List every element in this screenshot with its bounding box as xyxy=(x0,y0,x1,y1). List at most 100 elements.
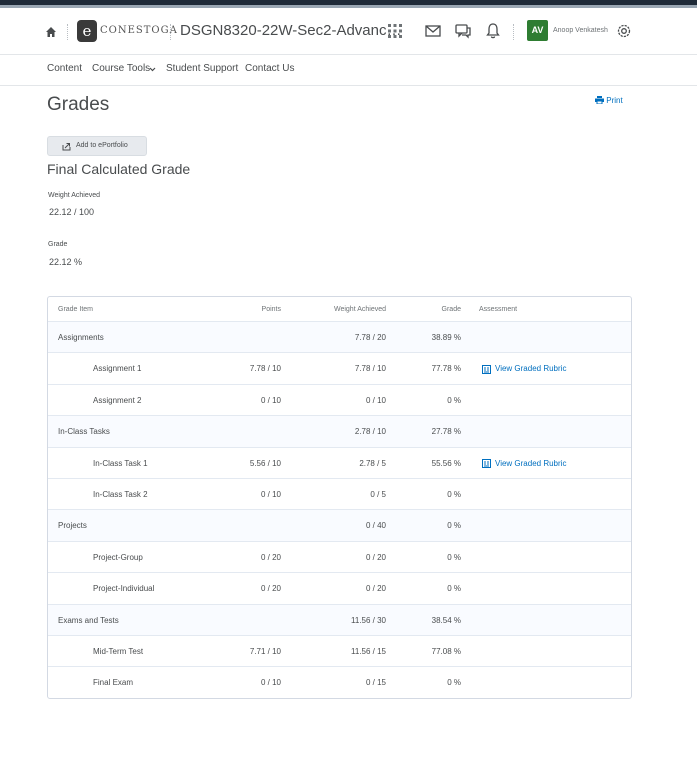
weight-achieved-value: 0 / 10 xyxy=(365,395,386,405)
table-row: Mid-Term Test 7.71 / 10 11.56 / 15 77.08 % xyxy=(48,635,631,667)
grade-item-name: Projects xyxy=(58,521,87,531)
table-header-row: Grade Item Points Weight Achieved Grade … xyxy=(48,297,631,321)
category-row: In-Class Tasks 2.78 / 10 27.78 % xyxy=(48,415,631,448)
print-label: Print xyxy=(606,96,623,105)
chevron-down-icon xyxy=(149,67,156,72)
grade-value: 0 % xyxy=(447,395,461,405)
table-row: Assignment 2 0 / 10 0 / 10 0 % xyxy=(48,383,631,416)
grade-item-name: In-Class Task 1 xyxy=(93,458,148,468)
nav-item-content[interactable]: Content xyxy=(47,63,82,74)
column-header-points: Points xyxy=(261,306,281,313)
header-divider xyxy=(67,24,68,40)
apps-grid-icon[interactable] xyxy=(386,22,404,40)
print-link[interactable]: Print xyxy=(595,96,623,105)
grade-item-name: Project-Individual xyxy=(93,584,155,594)
table-row: In-Class Task 2 0 / 10 0 / 5 0 % xyxy=(48,478,631,510)
category-row: Assignments 7.78 / 20 38.89 % xyxy=(48,321,631,354)
table-row: Project-Group 0 / 20 0 / 20 0 % xyxy=(48,540,631,573)
logo-mark[interactable]: e xyxy=(77,20,97,42)
header-divider xyxy=(513,24,514,40)
grade-item-name: Project-Group xyxy=(93,552,143,562)
weight-achieved-value: 22.12 / 100 xyxy=(49,207,95,217)
grade-item-name: Exams and Tests xyxy=(58,615,119,625)
column-header-grade: Grade xyxy=(441,306,461,313)
weight-achieved-value: 7.78 / 20 xyxy=(354,333,386,342)
grade-value: 0 % xyxy=(447,552,461,562)
grade-item-name: In-Class Tasks xyxy=(58,427,110,437)
rubric-icon[interactable] xyxy=(482,364,491,374)
table-row: Final Exam 0 / 10 0 / 15 0 % xyxy=(48,666,631,698)
grade-value: 0 % xyxy=(447,490,461,499)
final-grade-heading: Final Calculated Grade xyxy=(47,161,191,177)
grade-value: 0 % xyxy=(447,521,461,531)
weight-achieved-value: 0 / 40 xyxy=(365,521,386,531)
add-to-eportfolio-button[interactable]: Add to ePortfolio xyxy=(47,136,147,156)
minibar-header: e CONESTOGA DSGN8320-22W-Sec2-Advanc… AV… xyxy=(0,8,697,55)
nav-item-student-support[interactable]: Student Support xyxy=(166,63,238,74)
weight-achieved-value: 0 / 20 xyxy=(365,552,386,562)
points-value: 5.56 / 10 xyxy=(249,458,281,468)
course-navbar: Content Course Tools Student Support Con… xyxy=(0,55,697,86)
column-header-weight-achieved: Weight Achieved xyxy=(333,306,386,313)
grade-value: 0 % xyxy=(447,678,461,688)
user-name[interactable]: Anoop Venkatesh xyxy=(553,27,608,34)
weight-achieved-value: 7.78 / 10 xyxy=(354,364,386,374)
points-value: 7.78 / 10 xyxy=(249,364,281,374)
nav-item-contact-us[interactable]: Contact Us xyxy=(245,63,294,74)
grade-label: Grade xyxy=(48,241,68,248)
printer-icon xyxy=(595,96,604,105)
grade-item-name: In-Class Task 2 xyxy=(93,490,148,499)
grade-item-name: Mid-Term Test xyxy=(93,647,144,656)
category-row: Projects 0 / 40 0 % xyxy=(48,509,631,542)
grade-item-name: Assignment 1 xyxy=(93,364,142,374)
column-header-grade-item: Grade Item xyxy=(58,306,94,313)
weight-achieved-value: 2.78 / 5 xyxy=(359,458,386,468)
points-value: 0 / 10 xyxy=(260,490,281,499)
weight-achieved-value: 11.56 / 30 xyxy=(351,615,386,625)
grade-value: 77.08 % xyxy=(431,647,461,656)
points-value: 0 / 10 xyxy=(260,678,281,688)
course-title[interactable]: DSGN8320-22W-Sec2-Advanc… xyxy=(180,22,401,39)
grade-value: 55.56 % xyxy=(431,458,461,468)
grade-item-name: Assignment 2 xyxy=(93,395,142,405)
grade-value: 77.78 % xyxy=(431,364,461,374)
grade-item-name: Final Exam xyxy=(93,678,134,688)
category-row: Exams and Tests 11.56 / 30 38.54 % xyxy=(48,603,631,636)
grade-value: 38.54 % xyxy=(431,615,461,625)
weight-achieved-value: 0 / 15 xyxy=(365,678,386,688)
rubric-icon[interactable] xyxy=(482,459,491,469)
chat-icon[interactable] xyxy=(454,22,472,40)
logo-text[interactable]: CONESTOGA xyxy=(100,25,178,36)
bell-icon[interactable] xyxy=(484,22,502,40)
gear-icon[interactable] xyxy=(615,22,633,40)
weight-achieved-value: 11.56 / 15 xyxy=(351,647,386,656)
points-value: 0 / 20 xyxy=(260,584,281,594)
weight-achieved-value: 0 / 5 xyxy=(370,490,386,499)
grade-value: 0 % xyxy=(447,584,461,594)
weight-achieved-label: Weight Achieved xyxy=(48,192,101,199)
avatar[interactable]: AV xyxy=(527,20,548,41)
table-row: In-Class Task 1 5.56 / 10 2.78 / 5 55.56 % V… xyxy=(48,446,631,479)
header-divider xyxy=(170,24,171,40)
grades-table: Grade Item Points Weight Achieved Grade … xyxy=(47,296,632,699)
nav-item-label: Course Tools xyxy=(92,63,151,74)
column-header-assessment: Assessment xyxy=(479,306,518,313)
points-value: 0 / 20 xyxy=(260,552,281,562)
weight-achieved-value: 0 / 20 xyxy=(365,584,386,594)
page-title: Grades xyxy=(47,94,110,115)
points-value: 7.71 / 10 xyxy=(249,647,281,656)
grade-value: 27.78 % xyxy=(431,427,461,437)
view-graded-rubric-link[interactable]: View Graded Rubric xyxy=(495,364,566,373)
grade-value: 38.89 % xyxy=(431,333,461,342)
table-row: Assignment 1 7.78 / 10 7.78 / 10 77.78 % Vie… xyxy=(48,352,631,384)
nav-item-course-tools[interactable]: Course Tools xyxy=(92,63,156,74)
export-icon xyxy=(62,143,71,151)
grade-item-name: Assignments xyxy=(58,333,104,342)
home-icon[interactable] xyxy=(45,26,57,38)
points-value: 0 / 10 xyxy=(260,395,281,405)
table-row: Project-Individual 0 / 20 0 / 20 0 % xyxy=(48,572,631,604)
view-graded-rubric-link[interactable]: View Graded Rubric xyxy=(495,459,566,468)
mail-icon[interactable] xyxy=(424,22,442,40)
weight-achieved-value: 2.78 / 10 xyxy=(354,427,386,437)
grade-value: 22.12 % xyxy=(49,257,83,267)
